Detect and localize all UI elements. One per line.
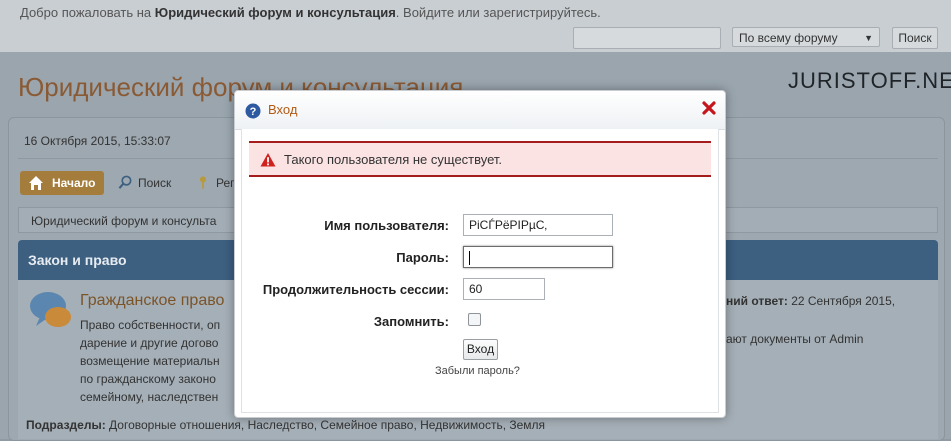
help-icon[interactable]: ? — [245, 103, 261, 119]
magnifier-icon — [118, 175, 132, 189]
top-bar: Добро пожаловать на Юридический форум и … — [0, 0, 951, 52]
search-input[interactable] — [573, 27, 721, 49]
key-icon — [199, 176, 207, 189]
close-icon[interactable] — [700, 99, 718, 117]
welcome-message: Добро пожаловать на Юридический форум и … — [20, 5, 601, 20]
current-datetime: 16 Октября 2015, 15:33:07 — [24, 134, 171, 148]
login-dialog: ? Вход Такого пользователя не существует… — [234, 90, 726, 418]
login-submit-button[interactable]: Вход — [463, 339, 498, 360]
speech-bubbles-icon — [30, 292, 71, 327]
username-label: Имя пользователя: — [324, 218, 449, 233]
session-length-label: Продолжительность сессии: — [262, 282, 449, 297]
search-button[interactable]: Поиск — [892, 27, 938, 49]
nav-home-button[interactable]: Начало — [20, 171, 104, 195]
remember-checkbox[interactable] — [468, 313, 481, 326]
search-scope-select[interactable]: По всему форуму ▼ — [732, 27, 880, 47]
error-alert: Такого пользователя не существует. — [249, 141, 711, 177]
dialog-title: Вход — [268, 102, 298, 117]
session-length-input[interactable]: 60 — [463, 278, 545, 300]
chevron-down-icon: ▼ — [864, 33, 873, 43]
remember-label: Запомнить: — [373, 314, 449, 329]
text-cursor — [469, 250, 470, 265]
last-post-topic[interactable]: ают документы от Admin — [726, 332, 863, 346]
password-input[interactable] — [463, 246, 613, 268]
home-icon — [29, 176, 43, 190]
username-input[interactable]: РiСЃРёРІРµС‚ — [463, 214, 613, 236]
board-description: Право собственности, оп дарение и другие… — [80, 318, 221, 404]
brand-logo[interactable]: JURISTOFF.NET — [788, 68, 951, 94]
dialog-header[interactable]: ? Вход — [235, 91, 725, 130]
last-post-info: ний ответ: 22 Сентября 2015, — [726, 294, 896, 308]
error-message: Такого пользователя не существует. — [284, 152, 503, 167]
warning-icon — [260, 153, 276, 167]
svg-text:?: ? — [250, 106, 257, 118]
subboards-list: Подразделы: Договорные отношения, Наслед… — [26, 418, 546, 432]
forgot-password-link[interactable]: Забыли пароль? — [435, 365, 520, 377]
board-title-link[interactable]: Гражданское право — [80, 292, 224, 310]
nav-search-link[interactable]: Поиск — [118, 175, 171, 190]
welcome-forum-name: Юридический форум и консультация — [154, 5, 396, 20]
password-label: Пароль: — [396, 250, 449, 265]
nav-register-link[interactable]: Рег — [196, 176, 235, 190]
